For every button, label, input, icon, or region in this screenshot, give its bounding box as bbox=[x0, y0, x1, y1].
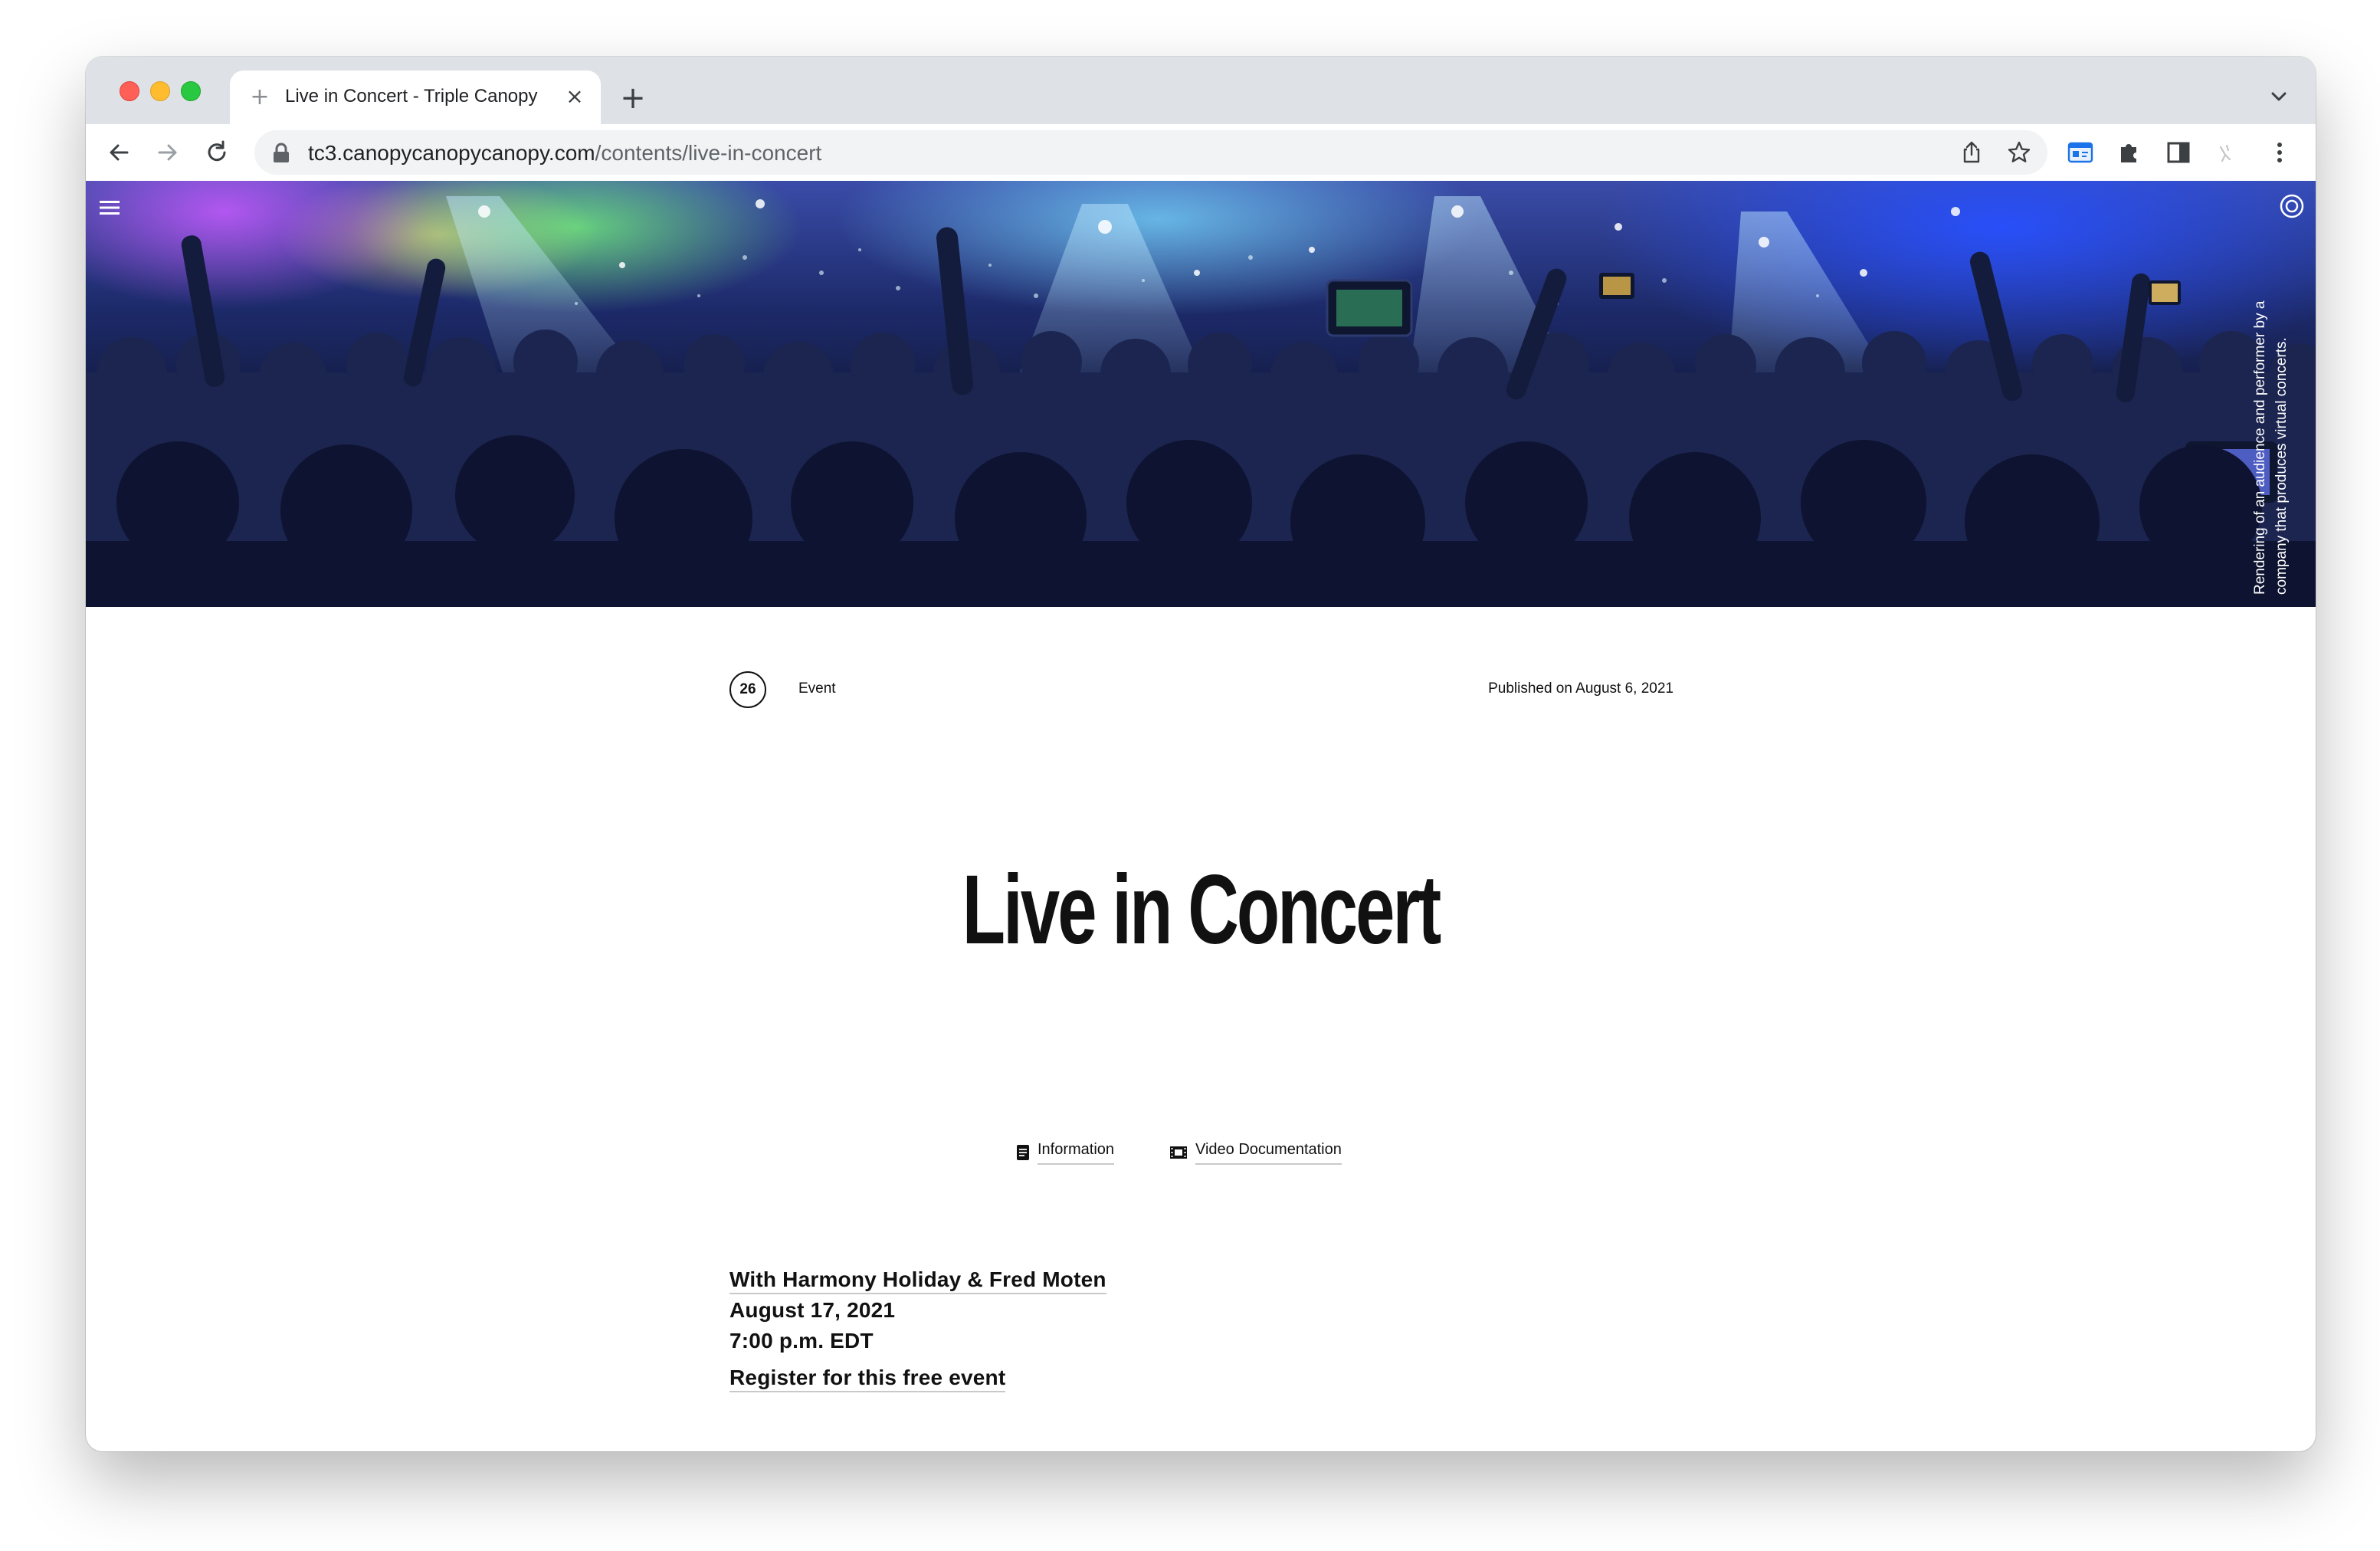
document-icon bbox=[1017, 1145, 1029, 1160]
extension-media-icon[interactable] bbox=[2066, 138, 2095, 167]
participants-text: With Harmony Holiday & Fred Moten bbox=[729, 1267, 1106, 1294]
reload-icon[interactable] bbox=[202, 138, 231, 167]
share-icon[interactable] bbox=[1959, 139, 1985, 166]
page-title: Live in Concert bbox=[962, 855, 1441, 965]
article-meta: 26 Event Published on August 6, 2021 bbox=[729, 671, 1674, 711]
tab-close-icon[interactable]: × bbox=[562, 84, 587, 109]
tab-favicon-icon: + bbox=[250, 84, 270, 110]
information-link[interactable]: Information bbox=[1016, 1137, 1115, 1168]
crowd-illustration bbox=[86, 196, 2316, 607]
tab-title: Live in Concert - Triple Canopy bbox=[285, 86, 538, 107]
register-text: Register for this free event bbox=[729, 1366, 1006, 1392]
video-documentation-link[interactable]: Video Documentation bbox=[1169, 1137, 1342, 1168]
target-icon[interactable] bbox=[2279, 193, 2305, 219]
published-date: Published on August 6, 2021 bbox=[1488, 680, 1674, 697]
tab-strip: + Live in Concert - Triple Canopy × + bbox=[86, 57, 2316, 124]
event-details: With Harmony Holiday & Fred Moten August… bbox=[729, 1264, 1106, 1393]
zoom-window-button[interactable] bbox=[181, 81, 201, 101]
profile-extension-icon[interactable] bbox=[2211, 138, 2241, 167]
register-link[interactable]: Register for this free event bbox=[729, 1362, 1106, 1393]
browser-toolbar: tc3.canopycanopycanopy.com/contents/live… bbox=[86, 124, 2316, 182]
issue-number-badge[interactable]: 26 bbox=[729, 671, 766, 708]
forward-arrow-icon[interactable] bbox=[153, 138, 182, 167]
browser-tab-active[interactable]: + Live in Concert - Triple Canopy × bbox=[230, 70, 601, 124]
hero-image-caption: Rendering of an audience and performer b… bbox=[2252, 300, 2290, 595]
kebab-menu-icon[interactable] bbox=[2265, 138, 2294, 167]
information-label: Information bbox=[1038, 1141, 1115, 1165]
content-type-label: Event bbox=[798, 680, 836, 697]
extensions-puzzle-icon[interactable] bbox=[2115, 138, 2144, 167]
section-navigation: Information Video Documentation bbox=[86, 1137, 2316, 1176]
new-tab-button[interactable]: + bbox=[618, 83, 648, 113]
hero-concert-image: Rendering of an audience and performer b… bbox=[86, 181, 2316, 607]
hamburger-menu-icon[interactable] bbox=[98, 198, 121, 218]
bookmark-star-icon[interactable] bbox=[2006, 139, 2032, 166]
side-panel-icon[interactable] bbox=[2164, 138, 2193, 167]
back-arrow-icon[interactable] bbox=[104, 138, 133, 167]
address-bar[interactable]: tc3.canopycanopycanopy.com/contents/live… bbox=[254, 130, 2047, 175]
close-window-button[interactable] bbox=[120, 81, 139, 101]
url-path: /contents/live-in-concert bbox=[595, 141, 822, 165]
event-date: August 17, 2021 bbox=[729, 1298, 896, 1322]
film-icon bbox=[1170, 1146, 1187, 1159]
lock-icon[interactable] bbox=[271, 143, 291, 164]
video-documentation-label: Video Documentation bbox=[1195, 1141, 1342, 1165]
participants-link[interactable]: With Harmony Holiday & Fred Moten bbox=[729, 1264, 1106, 1295]
url-text[interactable]: tc3.canopycanopycanopy.com/contents/live… bbox=[308, 141, 821, 166]
browser-window: + Live in Concert - Triple Canopy × + tc… bbox=[86, 57, 2316, 1451]
url-domain: tc3.canopycanopycanopy.com bbox=[308, 141, 595, 165]
event-time: 7:00 p.m. EDT bbox=[729, 1329, 874, 1353]
tab-search-chevron-icon[interactable] bbox=[2265, 83, 2293, 110]
minimize-window-button[interactable] bbox=[150, 81, 170, 101]
